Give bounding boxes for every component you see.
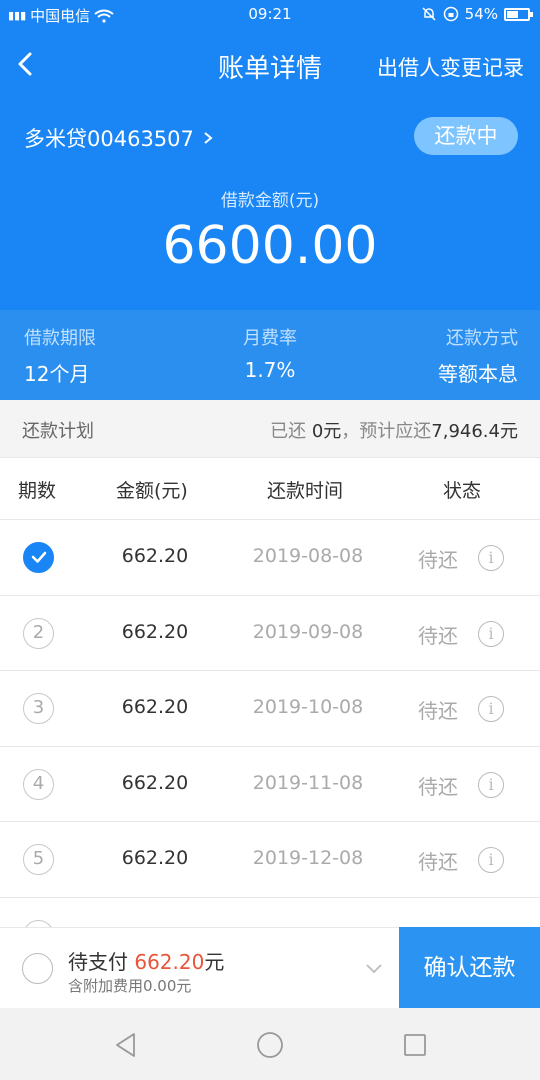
header-date: 还款时间 xyxy=(267,480,344,502)
home-circle-icon[interactable] xyxy=(255,1030,285,1060)
table-header: 期数 金额(元) 还款时间 状态 xyxy=(0,458,540,520)
row-date: 2019-11-08 xyxy=(252,771,364,794)
row-state: 待还 xyxy=(418,850,458,874)
select-all-radio[interactable] xyxy=(22,953,53,984)
mute-bell-icon xyxy=(422,7,436,21)
row-state: 待还 xyxy=(418,699,458,723)
row-state: 待还 xyxy=(418,548,458,572)
table-row[interactable]: 3 662.20 2019-10-08 待还 i xyxy=(0,671,540,747)
repayment-list: 662.20 2019-08-08 待还 i 2 662.20 2019-09-… xyxy=(0,520,540,973)
table-row[interactable]: 4 662.20 2019-11-08 待还 i xyxy=(0,746,540,822)
info-icon[interactable]: i xyxy=(478,696,504,722)
plan-summary-bar: 还款计划 已还 0元，预计应还7,946.4元 xyxy=(0,400,540,458)
amount-label: 借款金额(元) xyxy=(220,191,320,211)
header-state: 状态 xyxy=(443,480,482,502)
recents-square-icon[interactable] xyxy=(400,1030,430,1060)
product-link[interactable]: 多米贷00463507 xyxy=(24,123,214,153)
battery-icon xyxy=(504,7,533,21)
system-nav-bar xyxy=(0,1008,540,1080)
header-amount: 金额(元) xyxy=(116,480,188,502)
lender-change-link[interactable]: 出借人变更记录 xyxy=(377,52,524,82)
info-icon[interactable]: i xyxy=(478,771,504,798)
pending-payment: 待支付 662.20元 xyxy=(68,950,225,974)
table-row[interactable]: 5 662.20 2019-12-08 待还 i xyxy=(0,822,540,898)
loan-terms: 借款期限 12个月 月费率 1.7% 还款方式 等额本息 xyxy=(0,310,540,400)
battery-percent: 54% xyxy=(464,5,498,23)
chevron-right-icon xyxy=(204,132,213,144)
header-area: ▮▮▮ 中国电信 09:21 54% 账单详情 出借人变更记录 多米贷00463… xyxy=(0,0,540,310)
row-date: 2019-08-08 xyxy=(252,545,364,567)
loan-amount: 6600.00 xyxy=(162,216,378,276)
row-date: 2019-10-08 xyxy=(252,696,364,718)
payment-bar: 待支付 662.20元 含附加费用0.00元 确认还款 xyxy=(0,927,540,1008)
status-bar: ▮▮▮ 中国电信 09:21 54% xyxy=(0,0,540,30)
extra-fee-note: 含附加费用0.00元 xyxy=(68,977,192,995)
row-state: 待还 xyxy=(418,774,458,799)
header-period: 期数 xyxy=(18,480,57,502)
product-name: 多米贷00463507 xyxy=(24,127,194,151)
rotation-lock-icon xyxy=(443,6,458,22)
plan-summary: 已还 0元，预计应还7,946.4元 xyxy=(270,421,518,442)
back-triangle-icon[interactable] xyxy=(112,1030,142,1060)
row-date: 2019-09-08 xyxy=(252,620,364,643)
chevron-down-icon[interactable] xyxy=(364,958,384,978)
row-date: 2019-12-08 xyxy=(252,847,364,869)
confirm-repay-button[interactable]: 确认还款 xyxy=(399,927,540,1008)
status-badge: 还款中 xyxy=(414,117,518,155)
info-icon[interactable]: i xyxy=(478,847,504,873)
info-icon[interactable]: i xyxy=(478,620,504,647)
table-row[interactable]: 662.20 2019-08-08 待还 i xyxy=(0,520,540,596)
row-state: 待还 xyxy=(418,623,458,648)
nav-bar: 账单详情 出借人变更记录 xyxy=(0,40,540,90)
term-method: 还款方式 等额本息 xyxy=(438,328,518,386)
table-row[interactable]: 2 662.20 2019-09-08 待还 i xyxy=(0,595,540,671)
plan-title: 还款计划 xyxy=(22,421,94,442)
info-icon[interactable]: i xyxy=(478,545,504,571)
